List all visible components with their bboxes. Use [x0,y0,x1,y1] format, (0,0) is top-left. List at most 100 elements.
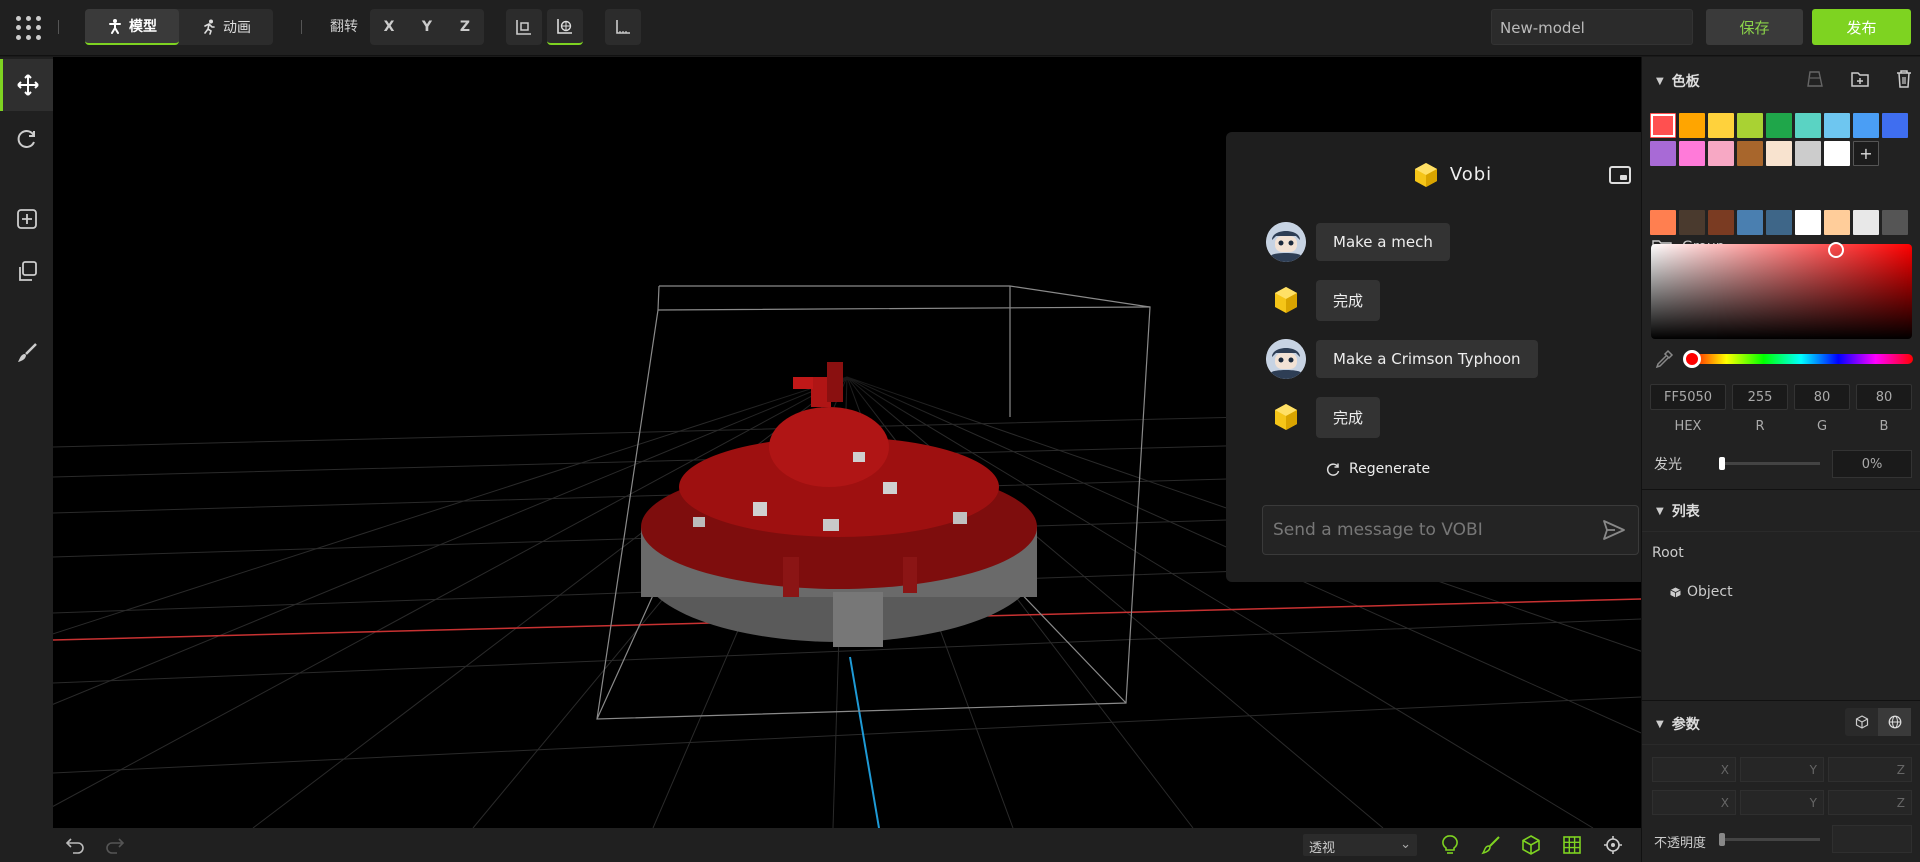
palette-swatch[interactable] [1650,141,1676,166]
cube-view-button[interactable] [1519,833,1543,857]
model-name-field[interactable]: New-model [1491,9,1693,45]
mode-animation-label: 动画 [223,20,251,36]
palette-swatch[interactable] [1824,141,1850,166]
tree-root-item[interactable]: Root [1652,545,1684,561]
publish-button[interactable]: 发布 [1812,9,1911,45]
ai-chat-panel: Vobi Make a mech 完成 Make a Crimson Typho… [1226,132,1641,582]
brush-icon [17,343,37,362]
ground-axis-button[interactable] [605,9,641,45]
redo-button[interactable] [103,833,127,857]
local-space-button[interactable] [1845,708,1878,736]
position-y-input[interactable]: Y [1740,757,1824,782]
palette-swatch[interactable] [1882,113,1908,138]
focus-button[interactable] [1601,833,1625,857]
chat-message-input[interactable]: Send a message to VOBI [1262,505,1639,555]
red-input[interactable]: 255 [1732,384,1788,410]
palette-swatch[interactable] [1708,113,1734,138]
group-swatch[interactable] [1824,210,1850,235]
glow-slider-knob[interactable] [1719,457,1725,470]
palette-swatch[interactable] [1737,113,1763,138]
move-tool-button[interactable] [0,59,53,111]
light-toggle-button[interactable] [1438,833,1462,857]
copy-tool-button[interactable] [0,245,53,297]
opacity-label: 不透明度 [1654,836,1707,851]
position-z-input[interactable]: Z [1828,757,1912,782]
glow-slider[interactable] [1719,457,1820,470]
palette-swatch[interactable] [1737,141,1763,166]
eraser-icon[interactable] [1805,69,1825,89]
opacity-slider[interactable] [1719,833,1820,846]
3d-viewport[interactable]: Vobi Make a mech 完成 Make a Crimson Typho… [53,57,1641,828]
palette-swatch[interactable] [1795,141,1821,166]
hue-slider-knob[interactable] [1683,350,1701,368]
world-axis-button[interactable] [547,9,583,45]
flip-y-button[interactable]: Y [408,9,446,45]
group-swatch[interactable] [1795,210,1821,235]
undo-button[interactable] [63,833,87,857]
send-icon[interactable] [1602,519,1626,541]
paint-tool-button[interactable] [0,327,53,379]
redo-icon [106,838,125,854]
palette-swatch[interactable] [1766,141,1792,166]
group-swatch[interactable] [1708,210,1734,235]
saturation-value-picker[interactable] [1651,242,1912,339]
add-tool-button[interactable] [0,193,53,245]
regenerate-button[interactable]: Regenerate [1326,461,1430,477]
palette-swatch[interactable] [1795,113,1821,138]
tree-object-item[interactable]: Object [1670,584,1733,600]
sv-picker-cursor[interactable] [1828,242,1844,258]
palette-swatch[interactable] [1824,113,1850,138]
opacity-slider-knob[interactable] [1719,833,1725,846]
glow-value-input[interactable]: 0% [1832,450,1912,478]
rotate-tool-button[interactable] [0,113,53,165]
globe-icon [1888,715,1901,729]
mode-model-button[interactable]: 模型 [85,9,179,45]
save-button[interactable]: 保存 [1706,9,1803,45]
brush-icon [1481,836,1500,855]
position-x-input[interactable]: X [1652,757,1736,782]
caret-down-icon: ▼ [1656,505,1664,517]
flip-z-button[interactable]: Z [446,9,484,45]
paint-view-button[interactable] [1479,833,1503,857]
list-section-header[interactable]: ▼ 列表 [1656,501,1700,521]
mode-animation-button[interactable]: 动画 [179,9,273,45]
eyedropper-icon[interactable] [1654,349,1674,369]
group-swatch[interactable] [1737,210,1763,235]
grid-toggle-button[interactable] [1560,833,1584,857]
group-swatch[interactable] [1882,210,1908,235]
group-swatch[interactable] [1853,210,1879,235]
palette-section-header[interactable]: ▼ 色板 [1656,71,1700,91]
green-input[interactable]: 80 [1794,384,1850,410]
blue-input[interactable]: 80 [1856,384,1912,410]
world-space-button[interactable] [1878,708,1911,736]
import-folder-icon[interactable] [1850,69,1870,89]
top-toolbar: 模型 动画 翻转 X Y Z New-model 保存 发布 [0,0,1920,56]
palette-swatch[interactable] [1766,113,1792,138]
green-label: G [1816,419,1828,434]
rotation-z-input[interactable]: Z [1828,790,1912,815]
rotation-x-input[interactable]: X [1652,790,1736,815]
palette-swatch[interactable] [1650,113,1676,138]
user-message-bubble: Make a mech [1316,223,1450,261]
local-axis-button[interactable] [506,9,542,45]
group-swatch[interactable] [1766,210,1792,235]
flip-x-button[interactable]: X [370,9,408,45]
rotation-y-input[interactable]: Y [1740,790,1824,815]
hex-input[interactable]: FF5050 [1650,384,1726,410]
chat-message-user: Make a Crimson Typhoon [1266,339,1538,379]
params-section-header[interactable]: ▼ 参数 [1656,714,1700,734]
picture-in-picture-icon[interactable] [1609,166,1631,184]
palette-swatch[interactable] [1708,141,1734,166]
view-mode-select[interactable]: 透视 ⌄ [1303,834,1417,856]
palette-swatch[interactable] [1853,113,1879,138]
add-swatch-button[interactable]: + [1853,141,1879,166]
palette-swatch[interactable] [1679,141,1705,166]
delete-icon[interactable] [1894,69,1914,89]
bulb-icon [1442,835,1458,854]
apps-grid-icon[interactable] [14,14,42,42]
opacity-value-input[interactable] [1832,825,1912,853]
hue-slider[interactable] [1683,350,1913,368]
group-swatch[interactable] [1679,210,1705,235]
group-swatch[interactable] [1650,210,1676,235]
palette-swatch[interactable] [1679,113,1705,138]
